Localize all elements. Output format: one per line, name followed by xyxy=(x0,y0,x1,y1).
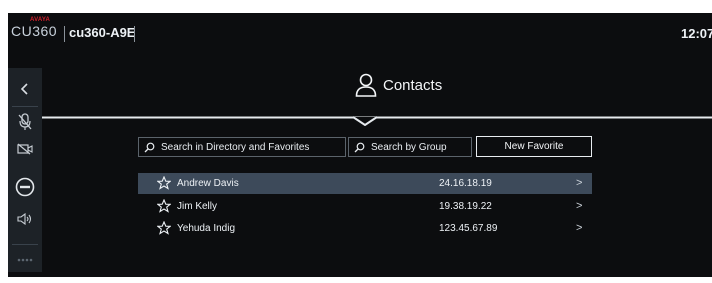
star-icon[interactable] xyxy=(157,221,171,235)
device-screen: AVAYA CU360 cu360-A9E 12:07 Contacts Sea… xyxy=(8,13,712,277)
contact-name: Andrew Davis xyxy=(177,178,239,189)
contact-name: Yehuda Indig xyxy=(177,223,236,234)
mic-mute-icon xyxy=(18,113,32,130)
volume-button[interactable] xyxy=(8,208,42,230)
mute-button[interactable] xyxy=(8,110,42,134)
chevron-right-icon[interactable]: > xyxy=(576,200,582,212)
back-button[interactable] xyxy=(8,78,42,100)
volume-icon xyxy=(17,213,32,225)
model-name: CU360 xyxy=(11,23,58,39)
end-call-button[interactable] xyxy=(8,175,42,199)
contact-address: 123.45.67.89 xyxy=(439,223,498,234)
divider xyxy=(134,26,135,42)
maker-logo: AVAYA xyxy=(30,17,51,23)
camera-button[interactable] xyxy=(8,138,42,160)
clock: 12:07 xyxy=(681,26,712,41)
person-icon xyxy=(355,73,377,97)
group-search-input[interactable]: Search by Group xyxy=(348,137,472,157)
directory-search-input[interactable]: Search in Directory and Favorites xyxy=(138,137,346,157)
contact-address: 24.16.18.19 xyxy=(439,178,492,189)
contact-address: 19.38.19.22 xyxy=(439,201,492,212)
divider xyxy=(64,26,65,42)
group-search-placeholder: Search by Group xyxy=(371,141,447,153)
rail-divider xyxy=(12,106,38,107)
search-icon xyxy=(144,142,155,152)
more-button[interactable] xyxy=(8,253,42,267)
new-favorite-button[interactable]: New Favorite xyxy=(476,136,592,157)
directory-search-placeholder: Search in Directory and Favorites xyxy=(161,141,310,153)
minus-circle-icon xyxy=(15,177,35,197)
search-icon xyxy=(354,142,365,152)
camera-off-icon xyxy=(17,143,33,155)
top-bar: AVAYA CU360 cu360-A9E 12:07 xyxy=(8,13,712,47)
contact-row[interactable]: Jim Kelly 19.38.19.22 > xyxy=(138,196,592,217)
more-icon xyxy=(17,258,33,262)
contact-row[interactable]: Yehuda Indig 123.45.67.89 > xyxy=(138,218,592,239)
page-title-label: Contacts xyxy=(383,76,443,94)
page-title: Contacts xyxy=(355,73,442,97)
brand-logo: AVAYA CU360 xyxy=(11,17,58,41)
contact-name: Jim Kelly xyxy=(177,201,218,212)
contact-row[interactable]: Andrew Davis 24.16.18.19 > xyxy=(138,173,592,194)
star-icon[interactable] xyxy=(157,199,171,213)
chevron-right-icon[interactable]: > xyxy=(576,222,582,234)
device-name: cu360-A9E xyxy=(69,25,136,40)
star-icon[interactable] xyxy=(157,176,171,190)
chevron-right-icon[interactable]: > xyxy=(576,177,582,189)
notch-indicator xyxy=(352,116,378,126)
side-rail xyxy=(8,68,42,272)
rail-divider xyxy=(12,244,38,245)
chevron-left-icon xyxy=(20,83,28,95)
